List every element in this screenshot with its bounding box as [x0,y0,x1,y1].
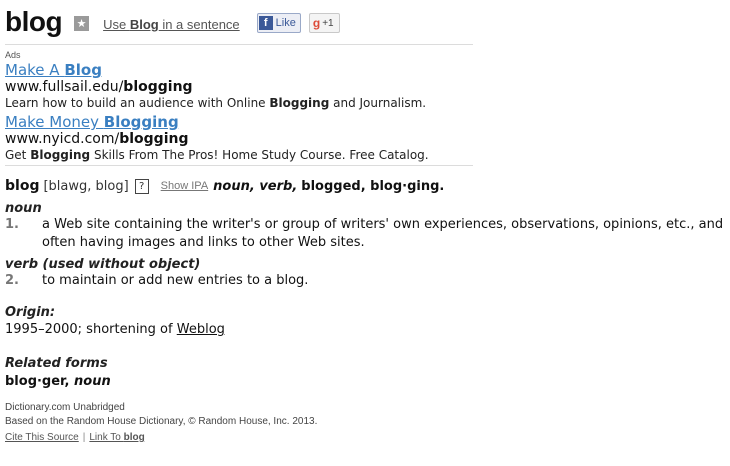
weblog-link[interactable]: Weblog [177,322,225,337]
ad-title-plain: Make A [5,61,65,79]
link-separator: | [82,432,86,443]
facebook-like-label: Like [275,17,296,29]
link-to-word: blog [123,432,145,443]
ad-url[interactable]: www.nyicd.com/blogging [5,131,429,148]
star-icon[interactable]: ★ [74,15,90,31]
google-plus-button[interactable]: g +1 [308,13,340,33]
ad-desc-before: Learn how to build an audience with Onli… [5,96,270,110]
definition-text: to maintain or add new entries to a blog… [42,273,309,288]
related-form: blog·ger, noun [5,374,111,389]
divider-ads [5,165,473,166]
headword: blog [5,178,40,194]
related-forms-label: Related forms [5,356,108,371]
source-links: Cite This Source | Link To blog [5,432,145,443]
ad-title-link[interactable]: Make A Blog [5,62,426,79]
ad-desc-bold: Blogging [30,148,91,162]
ad-title-bold: Blog [64,61,102,79]
page-title: blog [5,6,63,37]
ad-url-bold: blogging [119,131,189,147]
definition-number: 2. [5,273,19,288]
ad-item: Make Money Blogging www.nyicd.com/bloggi… [5,114,429,163]
ad-desc-bold: Blogging [269,96,330,110]
use-link-word: Blog [129,16,159,32]
ad-url-plain: www.nyicd.com/ [5,131,120,147]
pronunciation-line: blog [blawg, blog] ? Show IPA noun, verb… [5,178,444,194]
divider-top [5,44,473,45]
ad-item: Make A Blog www.fullsail.edu/blogging Le… [5,62,426,111]
ads-label: Ads [5,50,21,60]
definition-number: 1. [5,217,19,232]
ad-desc-after: and Journalism. [329,96,427,110]
definition-row: 1. a Web site containing the writer's or… [5,216,730,252]
related-form-word: blog·ger, [5,374,70,389]
parts-of-speech: noun, verb, [213,178,298,194]
source-credit: Based on the Random House Dictionary, © … [5,416,318,427]
google-plus-icon: g [312,16,321,30]
ad-url-plain: www.fullsail.edu/ [5,79,124,95]
ad-url-bold: blogging [123,79,193,95]
word-header: blog ★ Use Blog in a sentence f Like g +… [5,6,340,38]
ad-title-plain: Make Money [5,113,104,131]
cite-source-link[interactable]: Cite This Source [5,432,79,443]
use-link-suffix: in a sentence [158,16,240,32]
use-in-sentence-link[interactable]: Use Blog in a sentence [103,17,240,32]
related-form-pos: noun [74,374,111,389]
inflected-forms: blogged, blog·ging. [301,178,445,194]
source-name: Dictionary.com Unabridged [5,402,125,413]
ad-title-bold: Blogging [103,113,179,131]
ad-desc-before: Get [5,148,31,162]
link-to-blog-link[interactable]: Link To blog [89,432,144,443]
origin-body: 1995–2000; shortening of [5,322,177,337]
use-link-prefix: Use [103,16,130,32]
origin-label: Origin: [5,305,56,320]
show-ipa-link[interactable]: Show IPA [161,180,209,192]
ad-description: Get Blogging Skills From The Pros! Home … [5,148,429,163]
pronunciation-spelling: [blawg, blog] [43,178,129,194]
definition-text: a Web site containing the writer's or gr… [42,217,724,250]
help-icon[interactable]: ? [134,178,149,194]
noun-label: noun [5,201,42,216]
ad-desc-after: Skills From The Pros! Home Study Course.… [90,148,429,162]
facebook-like-button[interactable]: f Like [256,13,301,33]
facebook-icon: f [258,16,273,30]
google-plus-label: +1 [322,17,334,29]
ad-description: Learn how to build an audience with Onli… [5,96,426,111]
origin-text: 1995–2000; shortening of Weblog [5,322,225,337]
definition-row: 2. to maintain or add new entries to a b… [5,272,730,290]
link-to-prefix: Link To [89,432,124,443]
ad-url[interactable]: www.fullsail.edu/blogging [5,79,426,96]
ad-title-link[interactable]: Make Money Blogging [5,114,429,131]
verb-label: verb (used without object) [5,257,201,272]
